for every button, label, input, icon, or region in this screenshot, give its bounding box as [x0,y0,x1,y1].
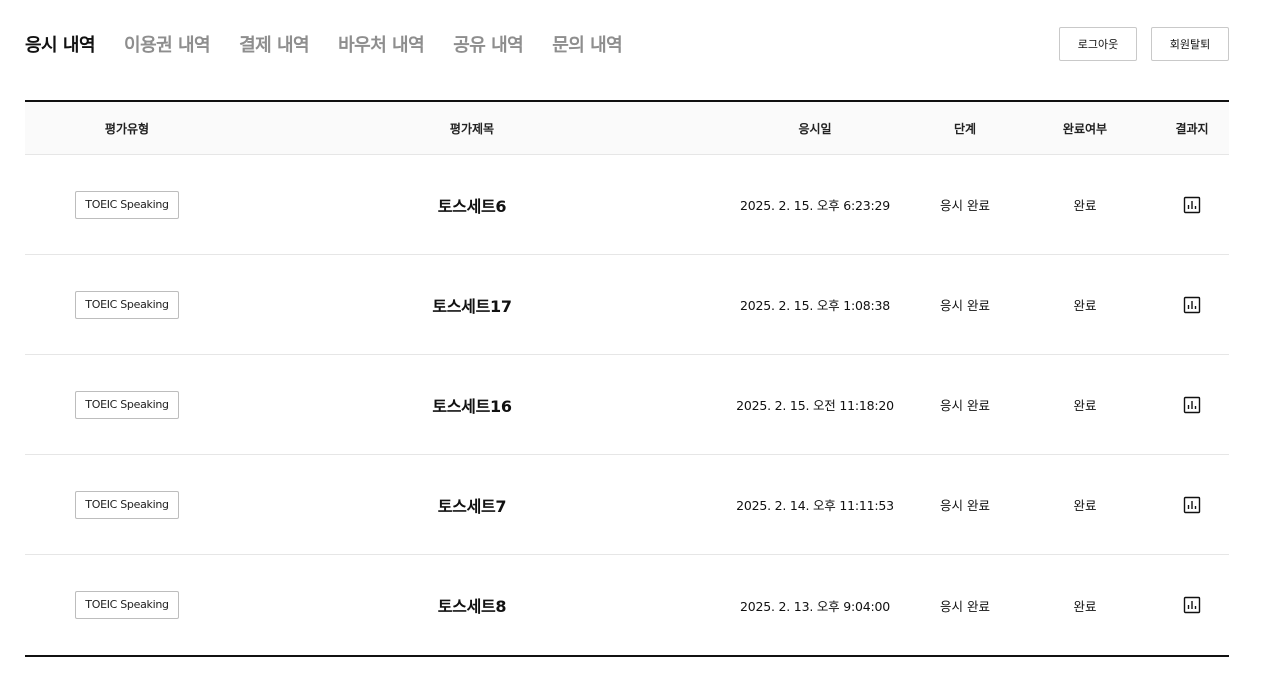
exam-history-table: 평가유형 평가제목 응시일 단계 완료여부 결과지 TOEIC Speaking… [25,100,1229,657]
exam-title: 토스세트8 [437,597,507,616]
type-cell: TOEIC Speaking [25,390,229,419]
completion-status: 완료 [1073,198,1097,213]
exam-date: 2025. 2. 14. 오후 11:11:53 [736,498,894,513]
bar-chart-icon[interactable] [1182,495,1202,515]
result-cell [1155,295,1229,315]
result-cell [1155,595,1229,615]
stage-cell: 응시 완료 [915,395,1015,414]
type-cell: TOEIC Speaking [25,591,229,619]
tab-pass-history[interactable]: 이용권 내역 [124,31,211,57]
stage-cell: 응시 완료 [915,596,1015,615]
header-result: 결과지 [1175,121,1209,136]
title-cell: 토스세트8 [229,593,715,617]
stage-cell: 응시 완료 [915,495,1015,514]
account-actions: 로그아웃 회원탈퇴 [1045,27,1229,61]
table-row: TOEIC Speaking 토스세트16 2025. 2. 15. 오전 11… [25,355,1229,455]
history-tabs: 응시 내역 이용권 내역 결제 내역 바우처 내역 공유 내역 문의 내역 [25,26,651,62]
title-cell: 토스세트17 [229,293,715,317]
completion-cell: 완료 [1015,495,1155,514]
tab-payment-history[interactable]: 결제 내역 [239,31,310,57]
tab-share-history[interactable]: 공유 내역 [453,31,524,57]
exam-type-badge: TOEIC Speaking [75,591,179,619]
bar-chart-icon[interactable] [1182,295,1202,315]
date-cell: 2025. 2. 13. 오후 9:04:00 [715,596,915,615]
exam-type-badge: TOEIC Speaking [75,390,179,419]
type-cell: TOEIC Speaking [25,190,229,219]
completion-status: 완료 [1073,298,1097,313]
table-row: TOEIC Speaking 토스세트8 2025. 2. 13. 오후 9:0… [25,555,1229,655]
title-cell: 토스세트7 [229,493,715,517]
table-row: TOEIC Speaking 토스세트7 2025. 2. 14. 오후 11:… [25,455,1229,555]
stage-cell: 응시 완료 [915,195,1015,214]
logout-button[interactable]: 로그아웃 [1059,27,1137,61]
table-row: TOEIC Speaking 토스세트17 2025. 2. 15. 오후 1:… [25,255,1229,355]
exam-title: 토스세트16 [432,396,512,416]
exam-title: 토스세트7 [437,496,507,516]
completion-cell: 완료 [1015,395,1155,414]
completion-cell: 완료 [1015,195,1155,214]
bar-chart-icon[interactable] [1182,595,1202,615]
stage-cell: 응시 완료 [915,295,1015,314]
header-type: 평가유형 [104,121,150,136]
exam-date: 2025. 2. 15. 오후 1:08:38 [739,298,891,313]
exam-stage: 응시 완료 [940,598,990,614]
top-bar: 응시 내역 이용권 내역 결제 내역 바우처 내역 공유 내역 문의 내역 로그… [25,26,1229,62]
exam-stage: 응시 완료 [940,398,990,413]
title-cell: 토스세트6 [229,193,715,217]
exam-stage: 응시 완료 [940,298,990,313]
tab-voucher-history[interactable]: 바우처 내역 [338,31,425,57]
result-cell [1155,395,1229,415]
exam-title: 토스세트6 [437,196,507,216]
exam-date: 2025. 2. 15. 오전 11:18:20 [736,398,894,413]
tab-inquiry-history[interactable]: 문의 내역 [552,31,623,57]
completion-status: 완료 [1073,598,1097,614]
tab-exam-history[interactable]: 응시 내역 [25,31,96,57]
withdraw-button[interactable]: 회원탈퇴 [1151,27,1229,61]
result-cell [1155,195,1229,215]
date-cell: 2025. 2. 15. 오후 6:23:29 [715,195,915,214]
date-cell: 2025. 2. 15. 오후 1:08:38 [715,295,915,314]
title-cell: 토스세트16 [229,393,715,417]
exam-title: 토스세트17 [432,296,512,316]
header-completion: 완료여부 [1062,121,1108,136]
table-body: TOEIC Speaking 토스세트6 2025. 2. 15. 오후 6:2… [25,155,1229,655]
exam-date: 2025. 2. 13. 오후 9:04:00 [739,598,891,614]
bar-chart-icon[interactable] [1182,395,1202,415]
result-cell [1155,495,1229,515]
type-cell: TOEIC Speaking [25,290,229,319]
exam-stage: 응시 완료 [940,498,990,513]
header-stage: 단계 [953,121,977,136]
table-row: TOEIC Speaking 토스세트6 2025. 2. 15. 오후 6:2… [25,155,1229,255]
exam-type-badge: TOEIC Speaking [75,290,179,319]
completion-cell: 완료 [1015,596,1155,615]
type-cell: TOEIC Speaking [25,490,229,519]
completion-cell: 완료 [1015,295,1155,314]
date-cell: 2025. 2. 15. 오전 11:18:20 [715,395,915,414]
completion-status: 완료 [1073,398,1097,413]
bar-chart-icon[interactable] [1182,195,1202,215]
table-header: 평가유형 평가제목 응시일 단계 완료여부 결과지 [25,102,1229,155]
date-cell: 2025. 2. 14. 오후 11:11:53 [715,495,915,514]
exam-type-badge: TOEIC Speaking [75,490,179,519]
exam-type-badge: TOEIC Speaking [75,190,179,219]
header-title: 평가제목 [449,121,495,136]
exam-stage: 응시 완료 [940,198,990,213]
completion-status: 완료 [1073,498,1097,513]
header-date: 응시일 [798,121,832,136]
exam-date: 2025. 2. 15. 오후 6:23:29 [739,198,891,213]
